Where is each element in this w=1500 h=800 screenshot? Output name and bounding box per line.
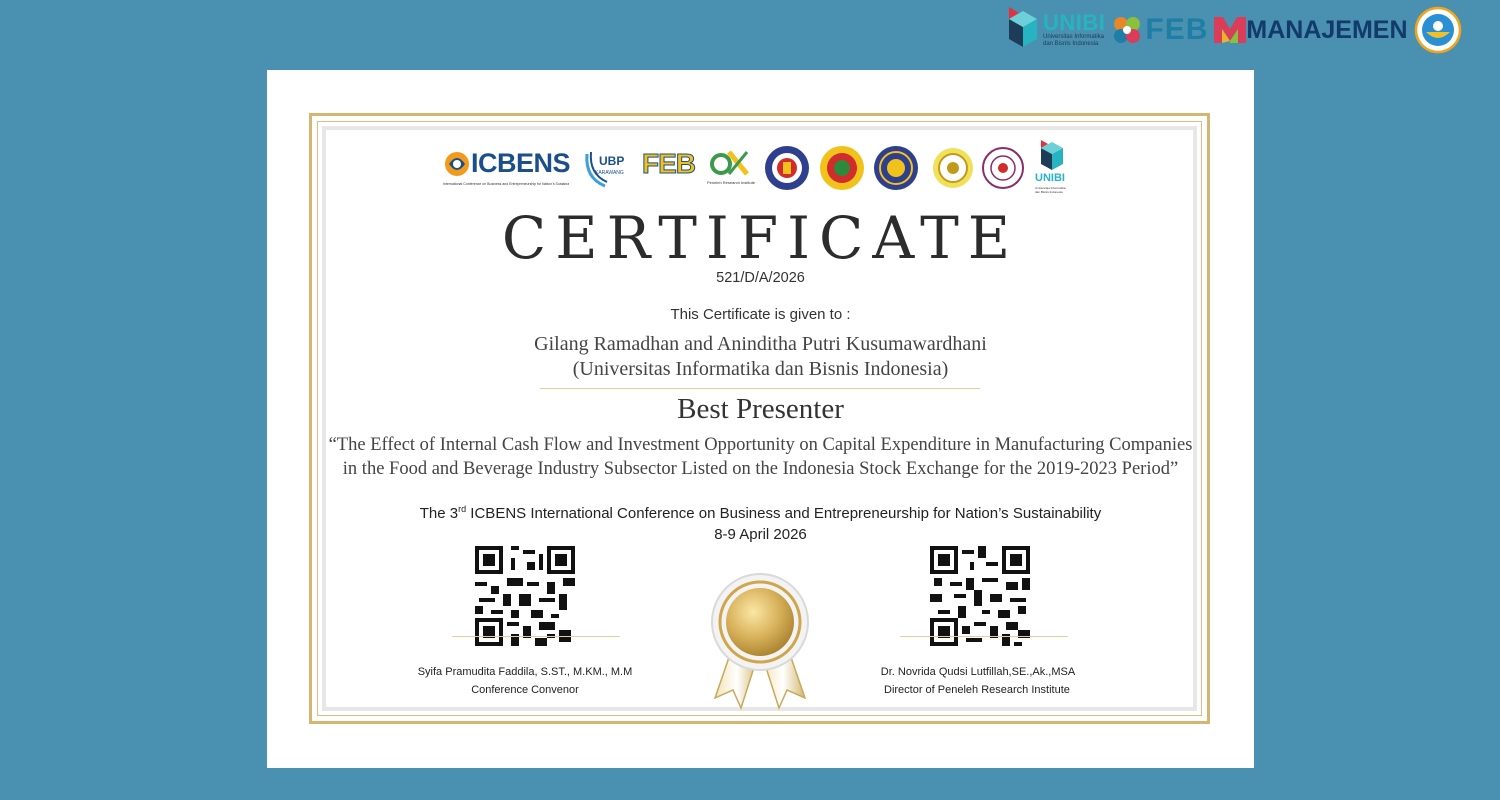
university-seal-1-icon [765,146,809,190]
university-seal-5-icon [982,147,1024,189]
ubp-label: UBP [599,154,625,168]
recipient-name: Gilang Ramadhan and Aninditha Putri Kusu… [534,333,987,355]
certificate-paper: ICBENS International Conference on Busin… [267,70,1254,768]
signatory-right-role: Director of Peneleh Research Institute [884,684,1070,696]
ubp-logo: UBP KARAWANG [581,144,629,190]
manajemen-brand-name: MANAJEMEN [1246,15,1408,44]
certificate-title: CERTIFICATE [501,204,1020,272]
ubp-sub: KARAWANG [595,170,624,176]
puzzle-icon [1114,17,1141,43]
signatory-right-name: Dr. Novrida Qudsi Lutfillah,SE.,Ak.,MSA [880,666,1076,678]
unibi-cube-icon [1041,140,1063,170]
unibi-brand-sub-1: Universitas Informatika [1043,34,1105,40]
conference-date: 8-9 April 2026 [714,526,807,543]
unibi-brand: UNIBI Universitas Informatika dan Bisnis… [1005,7,1105,53]
qr-code-right [930,546,1030,646]
unibi-logo-sub: Universitas Informatika dan Bisnis Indon… [1035,186,1066,194]
feb-brand: FEB [1111,13,1208,47]
icbens-emblem-icon [445,152,469,176]
peneleh-logo: Peneleh Research Institute [707,146,755,190]
feb-logo-label: FEB [642,148,697,180]
university-seal-3-icon [874,146,918,190]
peneleh-label: Peneleh Research Institute [707,180,756,185]
conference-name: The 3rd ICBENS International Conference … [419,504,1102,522]
unibi-logo-icon [1009,7,1037,47]
brand-strip: UNIBI Universitas Informatika dan Bisnis… [1005,4,1500,56]
signatory-left-role: Conference Convenor [471,684,579,696]
partner-logos: ICBENS International Conference on Busin… [267,140,1254,196]
peneleh-emblem-icon [710,150,749,176]
manajemen-brand: MANAJEMEN [1214,15,1408,45]
certificate-number: 521/D/A/2026 [716,270,805,286]
gold-medal-icon [711,573,809,710]
unibi-brand-name: UNIBI [1043,10,1106,35]
signature-line-left [452,636,620,637]
recipient-affiliation: (Universitas Informatika dan Bisnis Indo… [572,358,949,380]
manajemen-logo-icon [1214,17,1247,43]
given-to-label: This Certificate is given to : [670,306,851,323]
signature-line-right [900,636,1068,637]
feb-logo: FEB [642,148,697,186]
icbens-tagline: International Conference on Business and… [443,182,569,186]
paper-title: “The Effect of Internal Cash Flow and In… [328,435,1193,479]
unibi-brand-sub-2: dan Bisnis Indonesia [1043,41,1099,47]
award-title: Best Presenter [677,393,844,425]
icbens-logo: ICBENS International Conference on Busin… [443,146,571,190]
seal-badge-icon [1414,6,1461,54]
signatory-left-name: Syifa Pramudita Faddila, S.ST., M.KM., M… [417,666,633,678]
icbens-name: ICBENS [471,148,571,178]
qr-code-left [475,546,575,646]
university-seal-2-icon [820,146,864,190]
university-seal-4-icon [933,148,973,188]
feb-brand-name: FEB [1145,13,1209,46]
name-divider [540,388,980,389]
unibi-logo: UNIBI Universitas Informatika dan Bisnis… [1033,140,1073,196]
unibi-logo-label: UNIBI [1035,172,1065,184]
